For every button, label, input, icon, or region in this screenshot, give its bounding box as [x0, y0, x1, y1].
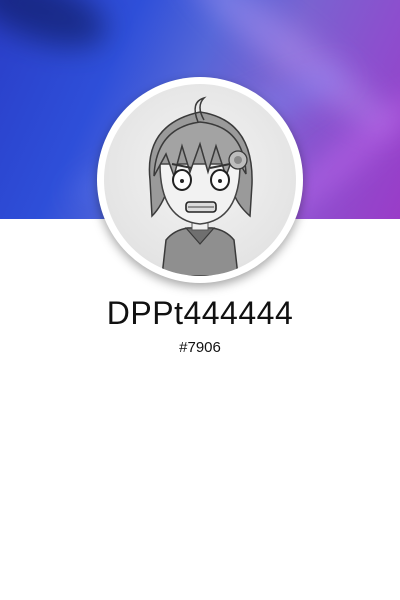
user-discriminator: #7906 — [179, 339, 221, 356]
avatar-frame[interactable] — [97, 77, 303, 283]
avatar-character-icon — [148, 96, 253, 276]
profile-card: DPPt444444 #7906 — [0, 0, 400, 600]
username: DPPt444444 — [106, 295, 294, 331]
avatar[interactable] — [104, 84, 296, 276]
